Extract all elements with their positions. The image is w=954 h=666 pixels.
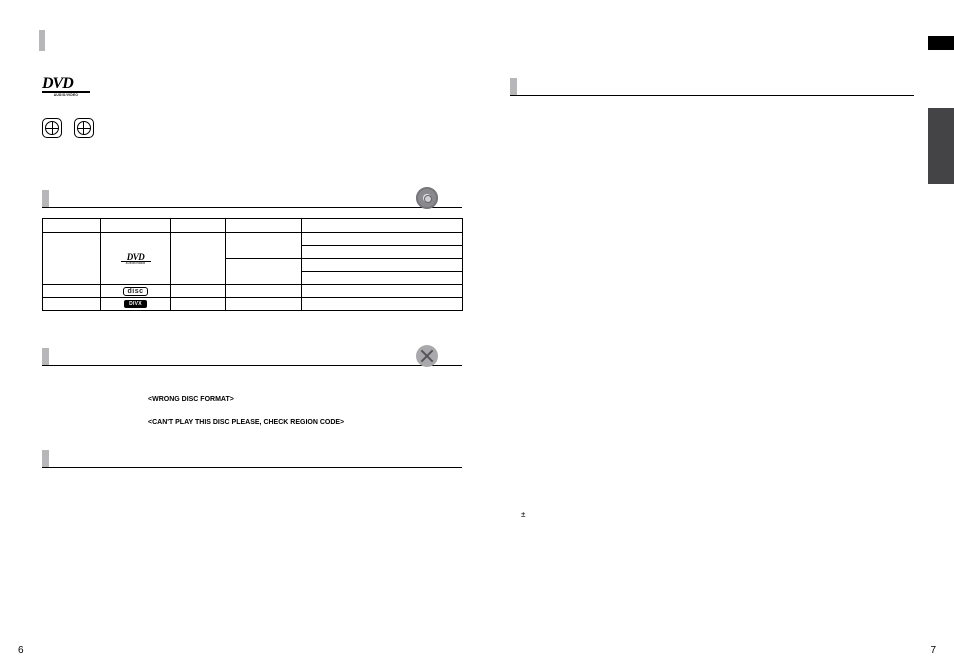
heading-rule: [42, 365, 462, 366]
plus-minus-symbol: ±: [521, 510, 525, 519]
table-cell: [302, 259, 463, 272]
heading-rule: [42, 467, 462, 468]
table-cell: [43, 298, 101, 311]
dvd-logo-small: DVD AUDIO/VIDEO: [101, 233, 171, 285]
table-cell: [171, 298, 226, 311]
manual-spread: DVD AUDIO/VIDEO DVD AUDIO/VIDEO: [0, 0, 954, 666]
table-cell: [43, 285, 101, 298]
disc-nonplayable-icon: [416, 345, 438, 367]
table-cell: [43, 233, 101, 285]
table-header: [226, 219, 302, 233]
dvd-logo: DVD AUDIO/VIDEO: [42, 78, 90, 97]
page-title-bar: [39, 30, 45, 51]
table-cell: [302, 233, 463, 246]
page-number-left: 6: [18, 645, 24, 656]
format-table: DVD AUDIO/VIDEO disc DIVX: [42, 218, 463, 311]
table-cell: [302, 298, 463, 311]
cd-logo-small: disc: [101, 285, 171, 298]
table-cell: [171, 233, 226, 285]
table-header: [43, 219, 101, 233]
page-number-right: 7: [930, 645, 936, 656]
heading-rule: [42, 207, 462, 208]
divx-logo-small: DIVX: [101, 298, 171, 311]
table-cell: [226, 298, 302, 311]
region-code-icons: [42, 118, 104, 140]
heading-bar-icon: [42, 190, 49, 207]
error-messages: <WRONG DISC FORMAT> <CAN'T PLAY THIS DIS…: [148, 390, 344, 436]
disc-playable-icon: [416, 187, 438, 209]
cd-logo-text: disc: [123, 287, 147, 296]
heading-bar-icon: [42, 450, 49, 467]
table-cell: [171, 285, 226, 298]
table-header: [171, 219, 226, 233]
heading-bar-icon: [510, 78, 517, 95]
table-cell: [226, 233, 302, 259]
dvd-logo-text: DVD: [103, 253, 168, 261]
table-cell: [302, 285, 463, 298]
table-header: [302, 219, 463, 233]
table-cell: [226, 259, 302, 285]
section-tab: [928, 108, 954, 184]
page-corner-marker: [928, 36, 954, 50]
error-region-code: <CAN'T PLAY THIS DISC PLEASE, CHECK REGI…: [148, 413, 344, 433]
globe-icon: [42, 118, 62, 138]
dvd-logo-subtext: AUDIO/VIDEO: [103, 262, 168, 265]
table-header: [101, 219, 171, 233]
heading-bar-icon: [42, 348, 49, 365]
table-cell: [302, 246, 463, 259]
table-cell: [302, 272, 463, 285]
dvd-logo-text: DVD: [42, 78, 90, 90]
error-wrong-format: <WRONG DISC FORMAT>: [148, 390, 344, 410]
divx-logo-text: DIVX: [124, 300, 147, 308]
dvd-logo-subtext: AUDIO/VIDEO: [42, 93, 90, 97]
globe-icon: [74, 118, 94, 138]
heading-rule: [510, 95, 914, 96]
table-cell: [226, 285, 302, 298]
